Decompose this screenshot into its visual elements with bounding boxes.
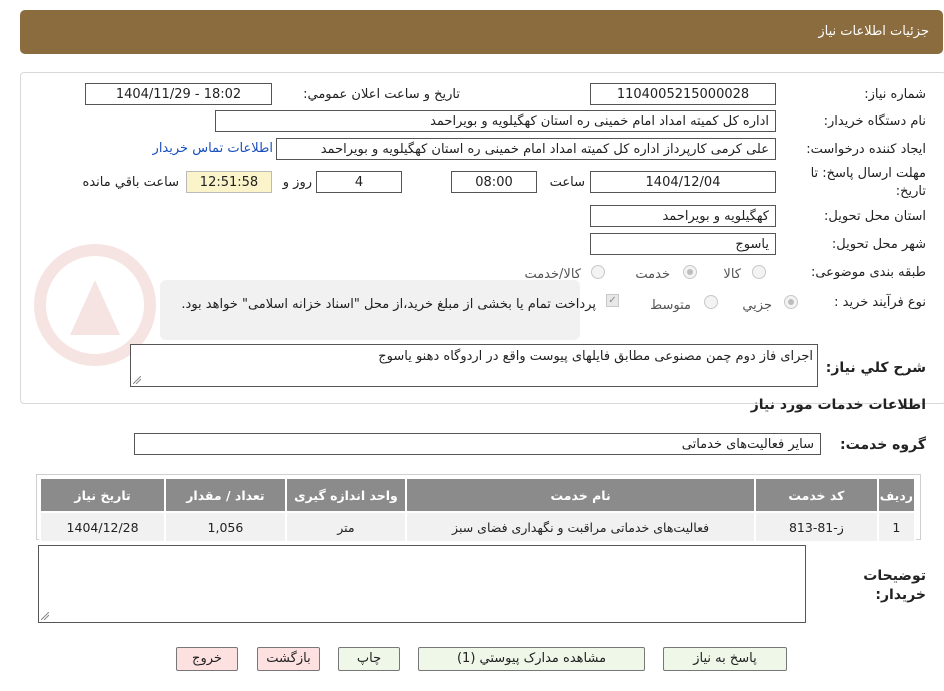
print-button[interactable]: چاپ bbox=[338, 647, 400, 671]
page-header: جزئیات اطلاعات نیاز bbox=[20, 10, 943, 54]
col-header-row-number: رديف bbox=[876, 477, 917, 513]
province-label: استان محل تحويل: bbox=[824, 209, 926, 224]
need-number-field: 1104005215000028 bbox=[590, 83, 776, 105]
description-textarea: اجرای فاز دوم چمن مصنوعی مطابق فایلهای پ… bbox=[130, 344, 818, 387]
process-medium-radio[interactable] bbox=[704, 295, 718, 309]
cell-service-name: فعالیت‌های خدماتی مراقبت و نگهداری فضای … bbox=[405, 511, 756, 543]
buyer-org-label: نام دستگاه خريدار: bbox=[823, 114, 926, 129]
reply-button[interactable]: پاسخ به نياز bbox=[663, 647, 787, 671]
category-goods-service-label: کالا/خدمت bbox=[524, 267, 581, 282]
back-button[interactable]: بازگشت bbox=[257, 647, 320, 671]
cell-service-code: ز-81-813 bbox=[753, 511, 879, 543]
buyer-org-field: اداره کل کمیته امداد امام خمینی ره استان… bbox=[215, 110, 776, 132]
deadline-date-field: 1404/12/04 bbox=[590, 171, 776, 193]
deadline-time-label: ساعت bbox=[549, 175, 585, 190]
exit-button[interactable]: خروج bbox=[176, 647, 238, 671]
requester-label: ايجاد كننده درخواست: bbox=[806, 142, 926, 157]
city-field: یاسوج bbox=[590, 233, 776, 255]
province-field: کهگیلویه و بویراحمد bbox=[590, 205, 776, 227]
services-heading: اطلاعات خدمات مورد نياز bbox=[750, 397, 926, 413]
remaining-label: ساعت باقي مانده bbox=[82, 175, 179, 190]
treasury-payment-note: پرداخت تمام يا بخشی از مبلغ خريد،از محل … bbox=[181, 297, 596, 312]
page-title: جزئیات اطلاعات نیاز bbox=[818, 24, 929, 39]
resize-grip-icon[interactable] bbox=[41, 612, 49, 620]
announce-field: 1404/11/29 - 18:02 bbox=[85, 83, 272, 105]
category-service-label: خدمت bbox=[635, 267, 670, 282]
buyer-notes-label-2: خريدار: bbox=[875, 587, 926, 603]
deadline-label-date: تاريخ: bbox=[895, 184, 926, 199]
remaining-time-field: 12:51:58 bbox=[186, 171, 272, 193]
city-label: شهر محل تحويل: bbox=[831, 237, 926, 252]
col-header-unit: واحد اندازه گيری bbox=[284, 477, 408, 513]
category-goods-label: کالا bbox=[723, 267, 741, 282]
description-label: شرح كلي نياز: bbox=[825, 360, 926, 376]
buyer-notes-textarea[interactable] bbox=[38, 545, 806, 623]
services-table: رديف كد خدمت نام خدمت واحد اندازه گيری ت… bbox=[38, 477, 917, 543]
announce-label: تاریخ و ساعت اعلان عمومي: bbox=[303, 87, 460, 102]
cell-quantity: 1,056 bbox=[164, 511, 287, 543]
col-header-service-name: نام خدمت bbox=[405, 477, 756, 513]
process-minor-label: جزيي bbox=[742, 298, 772, 313]
process-label: نوع فرآيند خريد : bbox=[834, 295, 926, 310]
deadline-label: مهلت ارسال پاسخ: تا bbox=[810, 166, 926, 181]
col-header-quantity: تعداد / مقدار bbox=[164, 477, 287, 513]
cell-unit: متر bbox=[284, 511, 408, 543]
deadline-time-field: 08:00 bbox=[451, 171, 537, 193]
category-goods-service-radio[interactable] bbox=[591, 265, 605, 279]
cell-need-date: 1404/12/28 bbox=[38, 511, 167, 543]
need-number-label: شماره نیاز: bbox=[864, 87, 926, 102]
buyer-contact-link[interactable]: اطلاعات تماس خريدار bbox=[153, 141, 273, 156]
days-remaining-field: 4 bbox=[316, 171, 402, 193]
category-goods-radio[interactable] bbox=[752, 265, 766, 279]
view-attachments-button[interactable]: مشاهده مدارک پيوستي (1) bbox=[418, 647, 645, 671]
service-group-label: گروه خدمت: bbox=[840, 437, 926, 453]
category-service-radio[interactable] bbox=[683, 265, 697, 279]
col-header-service-code: كد خدمت bbox=[753, 477, 879, 513]
category-label: طبقه بندی موضوعی: bbox=[810, 265, 926, 280]
service-group-field: سایر فعالیت‌های خدماتی bbox=[134, 433, 821, 455]
treasury-payment-checkbox[interactable]: ✓ bbox=[606, 294, 619, 307]
table-row: 1 ز-81-813 فعالیت‌های خدماتی مراقبت و نگ… bbox=[38, 511, 917, 543]
buyer-notes-label: توضيحات bbox=[863, 568, 926, 584]
process-minor-radio[interactable] bbox=[784, 295, 798, 309]
cell-row-number: 1 bbox=[876, 511, 917, 543]
description-text: اجرای فاز دوم چمن مصنوعی مطابق فایلهای پ… bbox=[378, 349, 813, 364]
requester-field: علی کرمی کارپرداز اداره کل کمیته امداد ا… bbox=[276, 138, 776, 160]
process-medium-label: متوسط bbox=[650, 298, 691, 313]
col-header-need-date: تاريخ نياز bbox=[38, 477, 167, 513]
days-label: روز و bbox=[282, 175, 312, 190]
table-header-row: رديف كد خدمت نام خدمت واحد اندازه گيری ت… bbox=[38, 477, 917, 513]
resize-grip-icon[interactable] bbox=[133, 376, 141, 384]
